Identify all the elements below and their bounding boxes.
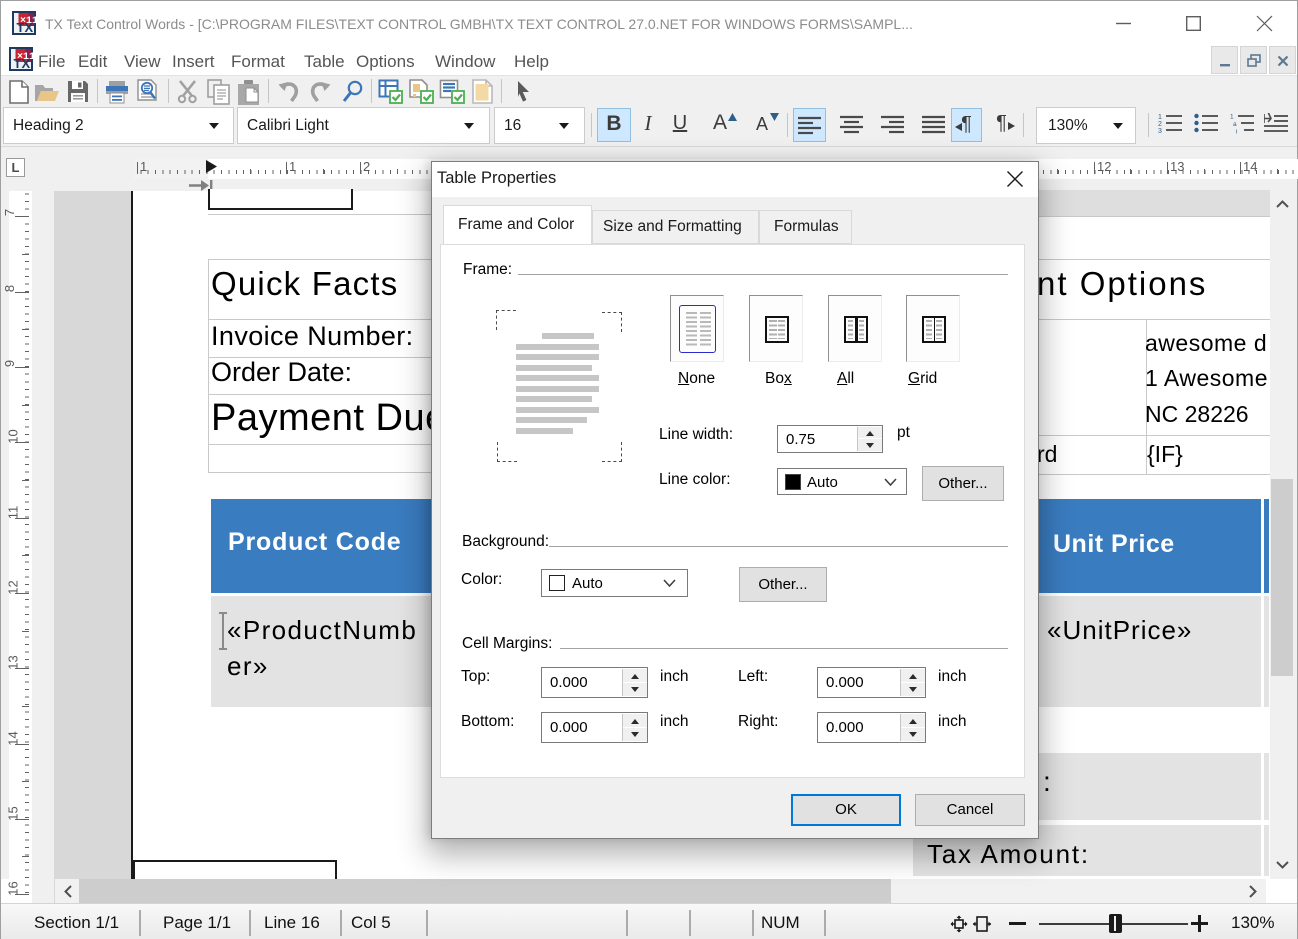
svg-text:2: 2 — [1158, 121, 1162, 128]
svg-text:1: 1 — [1158, 114, 1162, 121]
svg-text:TX: TX — [14, 56, 31, 71]
svg-text:3: 3 — [1158, 128, 1162, 135]
svg-text:TX: TX — [17, 20, 34, 35]
svg-text:i: i — [1236, 129, 1237, 136]
svg-text:a: a — [1233, 121, 1237, 128]
svg-text:1: 1 — [1230, 114, 1234, 121]
